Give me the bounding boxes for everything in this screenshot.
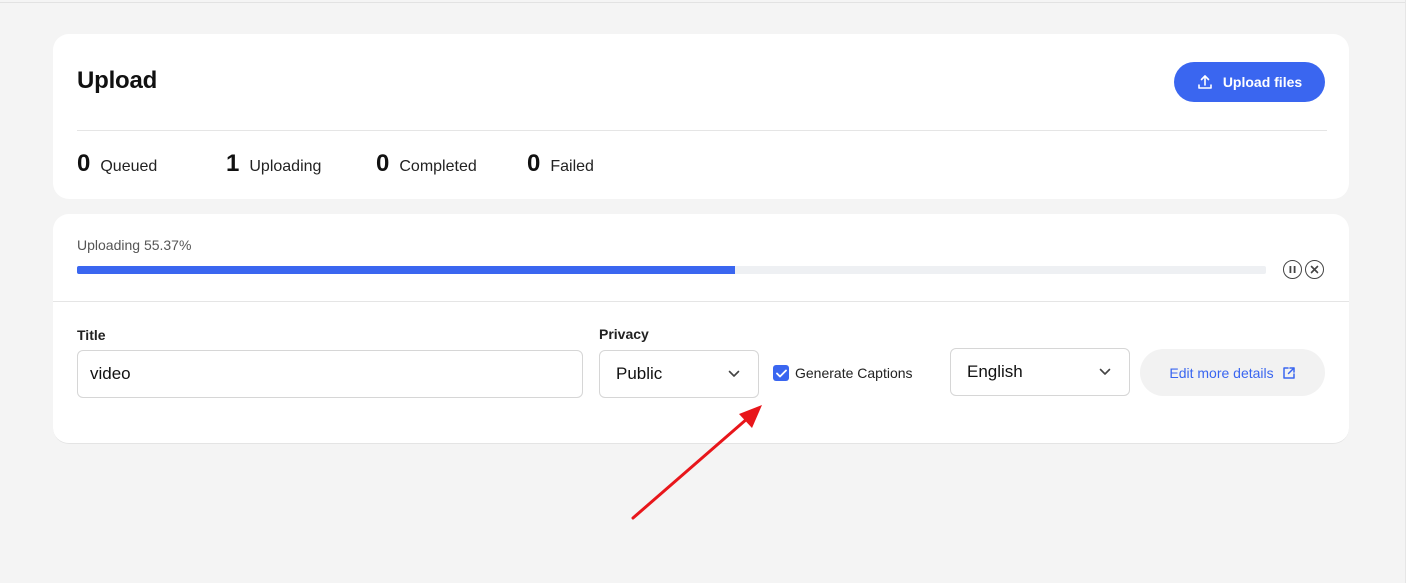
stat-label: Uploading — [249, 158, 322, 175]
pause-button[interactable] — [1283, 260, 1302, 279]
language-value: English — [967, 362, 1023, 381]
generate-captions-label: Generate Captions — [795, 365, 913, 381]
privacy-label: Privacy — [599, 326, 649, 342]
stat-completed: 0 Completed — [376, 150, 477, 178]
title-label: Title — [77, 327, 106, 343]
cancel-upload-button[interactable] — [1305, 260, 1324, 279]
upload-files-label: Upload files — [1222, 74, 1303, 90]
edit-more-details-label: Edit more details — [1169, 364, 1274, 381]
checkmark-icon — [775, 369, 787, 377]
privacy-value: Public — [616, 364, 663, 383]
generate-captions-toggle[interactable]: Generate Captions — [773, 365, 913, 381]
stat-uploading: 1 Uploading — [226, 150, 321, 178]
stat-failed: 0 Failed — [527, 150, 594, 178]
stat-queued: 0 Queued — [77, 150, 157, 178]
stat-label: Completed — [399, 158, 477, 175]
upload-progress-fill — [77, 266, 736, 274]
card-separator — [53, 301, 1349, 302]
external-link-icon — [1282, 366, 1295, 379]
language-select[interactable]: English — [950, 348, 1130, 396]
cancel-icon — [1310, 265, 1319, 274]
upload-icon — [1197, 74, 1213, 90]
top-border — [0, 2, 1406, 3]
stat-label: Failed — [550, 158, 594, 175]
upload-summary-card: Upload Upload files 0 Queued 1 Uploading… — [53, 34, 1349, 199]
stat-label: Queued — [100, 158, 158, 175]
title-input[interactable] — [77, 350, 583, 398]
stat-count: 0 — [376, 150, 390, 177]
upload-item-card: Uploading 55.37% Title Privacy Public Ge… — [53, 214, 1349, 444]
page-title: Upload — [77, 67, 158, 94]
upload-progress-bar — [77, 266, 1266, 274]
pause-icon — [1289, 266, 1296, 273]
stat-count: 1 — [226, 150, 240, 177]
chevron-down-icon — [728, 370, 740, 377]
chevron-down-icon — [1099, 368, 1111, 375]
stat-count: 0 — [77, 150, 91, 177]
generate-captions-checkbox[interactable] — [773, 365, 789, 381]
upload-progress-text: Uploading 55.37% — [77, 237, 192, 253]
stat-count: 0 — [527, 150, 541, 177]
summary-divider — [77, 130, 1327, 131]
upload-files-button[interactable]: Upload files — [1174, 62, 1325, 102]
edit-more-details-button[interactable]: Edit more details — [1140, 349, 1325, 396]
privacy-select[interactable]: Public — [599, 350, 759, 398]
